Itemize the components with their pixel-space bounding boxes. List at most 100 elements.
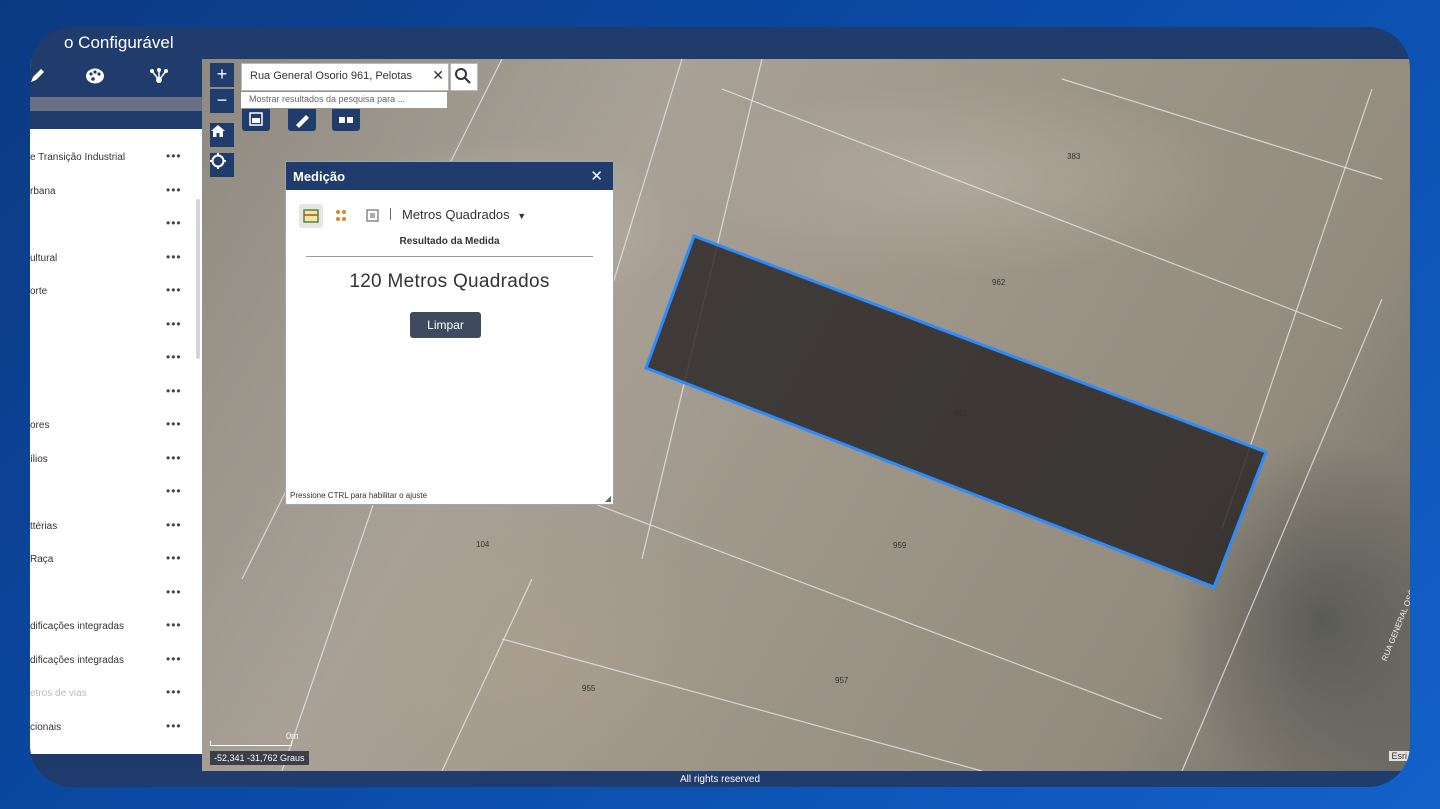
more-options-icon[interactable]: ••• <box>166 719 182 733</box>
more-options-icon[interactable]: ••• <box>166 216 182 230</box>
search-icon <box>455 68 471 84</box>
close-icon[interactable]: ✕ <box>590 167 603 185</box>
layer-list-item[interactable]: etros de vias ••• <box>30 683 195 717</box>
title-bar: o Configurável <box>30 27 1410 59</box>
layer-item-label: ultural <box>30 252 58 264</box>
area-tool-button[interactable] <box>299 204 323 228</box>
layer-item-label: cionais <box>30 721 62 733</box>
locate-button[interactable] <box>210 153 234 177</box>
result-divider <box>306 256 593 257</box>
layer-list-item[interactable]: orte ••• <box>30 281 195 315</box>
measurement-panel-title: Medição <box>293 169 346 184</box>
layer-list-item[interactable]: ílios ••• <box>30 449 195 483</box>
layer-list-item[interactable]: ultural ••• <box>30 248 195 282</box>
unit-dropdown-value: Metros Quadrados <box>402 207 510 222</box>
search-input[interactable]: Rua General Osorio 961, Pelotas ✕ <box>241 63 449 91</box>
sidebar: e Transição Industrial ••• rbana ••• ••• ultu… <box>30 59 202 787</box>
print-icon <box>249 112 263 126</box>
map-view[interactable]: 383 962 961 959 104 955 957 + − Rua Gene… <box>202 59 1410 771</box>
more-options-icon[interactable]: ••• <box>166 652 182 666</box>
more-options-icon[interactable]: ••• <box>166 283 182 297</box>
more-options-icon[interactable]: ••• <box>166 618 182 632</box>
layer-list-item[interactable]: Raça ••• <box>30 549 195 583</box>
plot-number: 957 <box>835 676 849 685</box>
resize-handle-icon[interactable]: ◢ <box>605 494 611 503</box>
basemap-gallery-button[interactable] <box>332 109 360 131</box>
more-options-icon[interactable]: ••• <box>166 484 182 498</box>
more-options-icon[interactable]: ••• <box>166 317 182 331</box>
plot-number: 383 <box>1067 152 1081 161</box>
layer-list-item[interactable]: ••• <box>30 482 195 516</box>
more-options-icon[interactable]: ••• <box>166 250 182 264</box>
print-button[interactable] <box>242 109 270 131</box>
distance-tool-button[interactable] <box>331 204 355 228</box>
layer-list-item[interactable]: dificações integradas ••• <box>30 616 195 650</box>
palette-icon[interactable] <box>84 67 106 89</box>
layer-item-label: dificações integradas <box>30 654 124 666</box>
more-options-icon[interactable]: ••• <box>166 585 182 599</box>
unit-dropdown[interactable]: Metros Quadrados ▼ <box>402 207 526 222</box>
pencil-icon[interactable] <box>30 67 48 89</box>
app-title: o Configurável <box>64 33 174 52</box>
layer-item-label: orte <box>30 286 48 297</box>
home-button[interactable] <box>210 123 234 147</box>
scale-label: 0m <box>286 731 299 741</box>
measure-tool-button[interactable] <box>288 109 316 131</box>
snapping-hint: Pressione CTRL para habilitar o ajuste <box>290 491 428 500</box>
layer-item-label: ttérias <box>30 520 58 532</box>
location-tool-button[interactable] <box>361 204 385 228</box>
app-frame: o Configurável e Transição Industrial •••… <box>30 27 1410 787</box>
layer-list-item[interactable]: ••• <box>30 382 195 416</box>
layer-list: e Transição Industrial ••• rbana ••• ••• ultu… <box>30 147 195 750</box>
layer-item-label: etros de vias <box>30 688 87 699</box>
result-label: Resultado da Medida <box>399 236 500 247</box>
search-suggestion[interactable]: Mostrar resultados da pesquisa para ... <box>241 92 447 108</box>
layer-list-item[interactable]: ttérias ••• <box>30 516 195 550</box>
zoom-out-button[interactable]: − <box>210 89 234 113</box>
more-options-icon[interactable]: ••• <box>166 685 182 699</box>
clear-button[interactable]: Limpar <box>410 312 481 338</box>
network-icon[interactable] <box>148 67 170 89</box>
distance-icon <box>336 210 346 221</box>
caret-down-icon: ▼ <box>517 211 527 221</box>
sidebar-toolbar <box>30 59 202 111</box>
esri-logo: Esri <box>1388 751 1410 761</box>
layer-list-item[interactable]: ores ••• <box>30 415 195 449</box>
locate-icon <box>210 153 226 169</box>
ruler-icon <box>296 115 309 128</box>
layer-list-item[interactable]: ••• <box>30 214 195 248</box>
plot-number: 961 <box>954 409 968 418</box>
measurement-panel-header: Medição ✕ <box>286 162 613 190</box>
map-attribution: All rights reserved <box>30 771 1410 787</box>
plot-number: 955 <box>582 684 596 693</box>
layer-item-label: dificações integradas <box>30 621 124 632</box>
scale-bar <box>210 741 292 746</box>
coordinate-readout: -52,341 -31,762 Graus <box>210 751 309 765</box>
clear-search-icon[interactable]: ✕ <box>432 67 444 84</box>
layer-list-item[interactable]: cionais ••• <box>30 717 195 751</box>
search-button[interactable] <box>450 63 478 91</box>
more-options-icon[interactable]: ••• <box>166 149 182 163</box>
layer-list-item[interactable]: ••• <box>30 583 195 617</box>
more-options-icon[interactable]: ••• <box>166 551 182 565</box>
search-suggestion-text: Mostrar resultados da pesquisa para ... <box>249 94 406 104</box>
sidebar-scrollbar[interactable] <box>196 199 200 359</box>
sidebar-header <box>30 111 202 129</box>
plot-number: 962 <box>992 278 1006 287</box>
layer-item-label: ores <box>30 420 50 431</box>
layer-list-item[interactable]: e Transição Industrial ••• <box>30 147 195 181</box>
area-icon <box>303 209 319 223</box>
more-options-icon[interactable]: ••• <box>166 417 182 431</box>
layer-item-label: ílios <box>30 453 48 465</box>
zoom-in-button[interactable]: + <box>210 63 234 87</box>
more-options-icon[interactable]: ••• <box>166 518 182 532</box>
layer-list-item[interactable]: ••• <box>30 315 195 349</box>
layer-list-item[interactable]: ••• <box>30 348 195 382</box>
more-options-icon[interactable]: ••• <box>166 183 182 197</box>
more-options-icon[interactable]: ••• <box>166 451 182 465</box>
layer-list-item[interactable]: rbana ••• <box>30 181 195 215</box>
layer-item-label: Raça <box>30 554 54 565</box>
layer-list-item[interactable]: dificações integradas ••• <box>30 650 195 684</box>
more-options-icon[interactable]: ••• <box>166 350 182 364</box>
more-options-icon[interactable]: ••• <box>166 384 182 398</box>
